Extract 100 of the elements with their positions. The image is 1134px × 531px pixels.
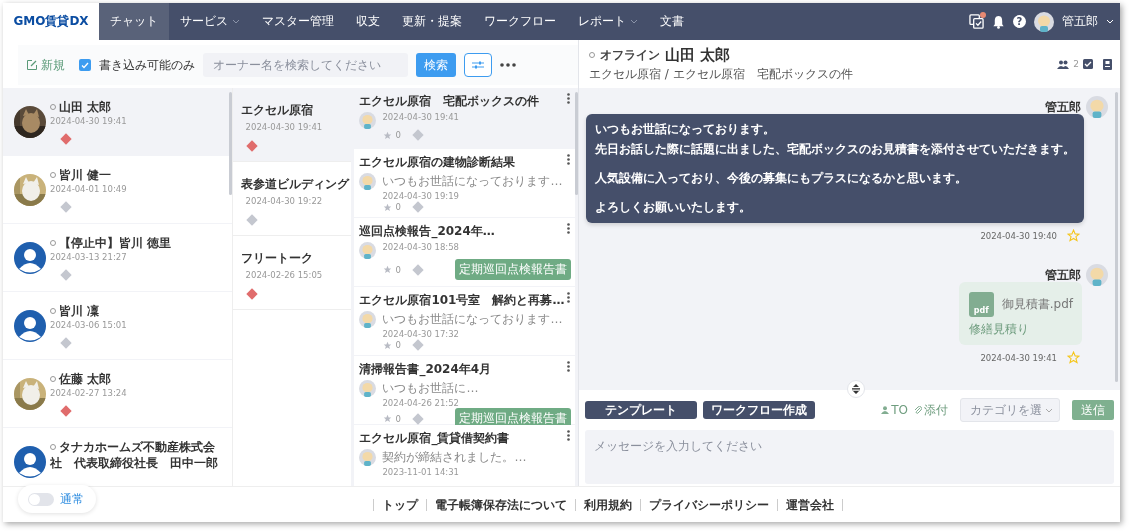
- action-button[interactable]: ワークフロー作成: [703, 401, 815, 419]
- nav-tab[interactable]: 収支: [345, 3, 391, 40]
- message-preview: いつもお世話に…: [382, 380, 479, 397]
- thread-title: 清掃報告書_2024年4月: [359, 361, 492, 378]
- owner-name: 社 代表取締役社長 田中一郎: [50, 456, 219, 471]
- owner-name: 皆川 凜: [59, 304, 100, 319]
- thread-item[interactable]: 巡回点検報告_2024年… 2024-04-30 18:58 0 定期巡回点検報告書: [354, 218, 575, 286]
- property-name: 表参道ビルディング: [240, 176, 351, 193]
- property-item[interactable]: エクセル原宿 2024-04-30 19:41: [232, 88, 352, 162]
- thread-title: エクセル原宿 宅配ボックスの件: [359, 93, 540, 110]
- sender-name: 管五郎: [1045, 266, 1081, 284]
- checkbox[interactable]: [79, 59, 91, 71]
- kebab-menu-icon[interactable]: [567, 430, 570, 441]
- owner-name: 皆川 健一: [59, 168, 112, 183]
- timestamp: 2024-04-30 19:41: [382, 112, 459, 122]
- owner-item[interactable]: 佐藤 太郎 2024-02-27 13:24: [3, 360, 232, 427]
- timestamp: 2024-03-13 21:27: [50, 252, 128, 263]
- paperclip-icon: [914, 406, 922, 414]
- star-icon: [383, 265, 393, 274]
- file-type-icon: pdf: [968, 292, 994, 317]
- footer-link[interactable]: 電子帳簿保存法について: [426, 498, 575, 511]
- timestamp: 2024-04-30 19:22: [244, 196, 324, 206]
- timestamp: 2024-04-30 19:41: [50, 116, 128, 127]
- avatar-icon: [359, 449, 377, 466]
- search-field[interactable]: オーナー名を検索してください: [203, 53, 408, 77]
- person-icon: [881, 406, 890, 414]
- timestamp: 2024-04-30 19:41: [244, 122, 324, 132]
- nav-tab[interactable]: 文書: [649, 3, 695, 40]
- thread-item[interactable]: 清掃報告書_2024年4月 いつもお世話に… 2024-04-26 21:52 0 定期巡回点検報告書: [354, 356, 575, 424]
- chat-title: 山田 太郎: [665, 45, 731, 65]
- people-icon[interactable]: [1057, 59, 1070, 69]
- more-icon[interactable]: [500, 63, 516, 67]
- scrollbar-thumb[interactable]: [228, 92, 232, 195]
- nav-tab[interactable]: 更新・提案: [391, 3, 473, 40]
- footer-link[interactable]: 運営会社: [777, 498, 842, 511]
- star-icon: [383, 130, 393, 140]
- footer-link[interactable]: トップ: [373, 498, 426, 511]
- thread-item[interactable]: エクセル原宿_賃貸借契約書 契約が締結されました。… 2023-11-01 14:31: [354, 425, 575, 486]
- user-name[interactable]: 管五郎: [1062, 13, 1098, 30]
- owner-item[interactable]: 皆川 凜 2024-03-06 15:01: [3, 292, 232, 359]
- owner-item[interactable]: タナカホームズ不動産株式会 社 代表取締役社長 田中一郎: [3, 428, 232, 486]
- help-icon[interactable]: ?: [1013, 15, 1026, 28]
- message-field[interactable]: メッセージを入力してください: [585, 430, 1114, 484]
- timestamp: 2024-04-30 19:19: [382, 191, 460, 201]
- toggle-switch[interactable]: [28, 492, 54, 506]
- kebab-menu-icon[interactable]: [567, 361, 570, 372]
- user-avatar-icon: [14, 242, 46, 274]
- owner-item[interactable]: 【停止中】皆川 徳里 2024-03-13 21:27: [3, 224, 232, 291]
- footer-link[interactable]: 利用規約: [575, 498, 640, 511]
- status-text: オフライン: [600, 46, 660, 64]
- kebab-menu-icon[interactable]: [567, 154, 570, 165]
- thread-title: 巡回点検報告_2024年…: [359, 223, 495, 240]
- star-count: 0: [395, 264, 401, 275]
- nav-tab[interactable]: ワークフロー: [473, 3, 567, 40]
- nav-tab[interactable]: マスター管理: [251, 3, 345, 40]
- owner-name: 【停止中】皆川 徳里: [59, 236, 172, 251]
- star-count: 0: [395, 413, 401, 424]
- nav-tab[interactable]: チャット: [99, 3, 169, 40]
- timestamp: 2024-04-30 19:40: [980, 230, 1057, 241]
- scrollbar-thumb[interactable]: [575, 92, 578, 195]
- timestamp: 2024-02-27 13:24: [50, 388, 128, 399]
- property-name: フリートーク: [240, 250, 314, 267]
- message-preview: 契約が締結されました。…: [382, 449, 527, 466]
- user-avatar-icon: [14, 310, 46, 342]
- message-text: よろしくお願いいたします。: [595, 199, 752, 216]
- nav-tab[interactable]: サービス: [169, 3, 251, 40]
- kebab-menu-icon[interactable]: [567, 93, 570, 104]
- file-name: 御見積書.pdf: [1001, 296, 1073, 313]
- bell-icon[interactable]: [992, 14, 1005, 29]
- star-icon: [383, 414, 393, 423]
- timestamp: 2024-03-06 15:01: [50, 320, 128, 331]
- thread-item[interactable]: エクセル原宿101号室 解約と再募… いつもお世話になっております… 2024-04-30 17:32 0: [354, 287, 575, 355]
- owner-item[interactable]: 皆川 健一 2024-04-01 10:49: [3, 156, 232, 223]
- message-text: 人気設備に入っており、今後の募集にもプラスになるかと思います。: [595, 170, 968, 187]
- filter-button[interactable]: [464, 53, 492, 77]
- footer-link[interactable]: プライバシーポリシー: [640, 498, 777, 511]
- owner-name: タナカホームズ不動産株式会: [59, 440, 215, 455]
- sender-name: 管五郎: [1045, 98, 1081, 116]
- nav-tab[interactable]: レポート: [567, 3, 649, 40]
- thread-title: エクセル原宿101号室 解約と再募…: [359, 292, 565, 309]
- checkbox-icon[interactable]: [1083, 59, 1093, 69]
- timestamp: 2024-04-30 19:41: [980, 352, 1057, 363]
- star-icon[interactable]: [1067, 229, 1080, 242]
- thread-item[interactable]: エクセル原宿の建物診断結果 いつもお世話になっております… 2024-04-30 19:19 0: [354, 149, 575, 217]
- avatar-icon: [1086, 264, 1108, 286]
- caret-icon: [1045, 407, 1053, 413]
- property-name: エクセル原宿: [240, 102, 314, 119]
- thread-title: エクセル原宿_賃貸借契約書: [359, 430, 510, 447]
- timestamp: 2024-04-30 17:32: [382, 329, 460, 339]
- star-icon[interactable]: [1067, 351, 1080, 364]
- file-attachment[interactable]: pdf 御見積書.pdf 修繕見積り: [958, 282, 1082, 345]
- timestamp: 2024-02-26 15:05: [244, 270, 324, 280]
- scrollbar-thumb[interactable]: [1115, 92, 1118, 382]
- kebab-menu-icon[interactable]: [567, 223, 570, 234]
- kebab-menu-icon[interactable]: [567, 292, 570, 303]
- clipboard-icon[interactable]: [1103, 58, 1112, 70]
- logo[interactable]: GMO賃貸DX: [3, 3, 99, 40]
- resize-handle[interactable]: [847, 380, 865, 398]
- action-button[interactable]: テンプレート: [585, 401, 697, 419]
- copy-check-icon[interactable]: [969, 14, 984, 29]
